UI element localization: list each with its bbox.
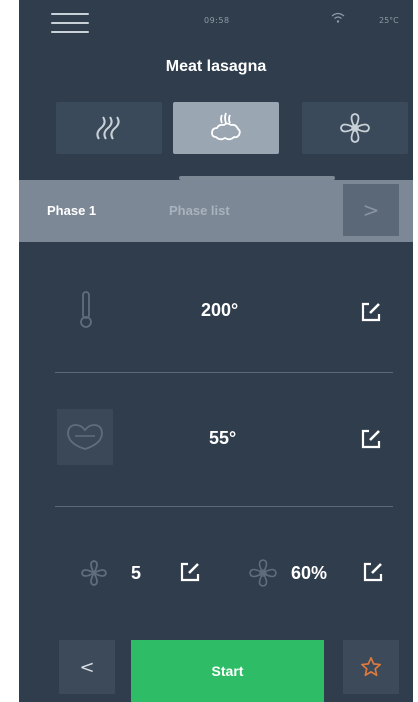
start-label: Start — [211, 663, 244, 679]
edit-fan-speed-icon[interactable] — [179, 561, 201, 583]
recipe-title: Meat lasagna — [165, 58, 267, 75]
mode-fan-button[interactable] — [302, 102, 408, 154]
edit-core-probe-icon[interactable] — [360, 428, 382, 450]
chevron-right-icon: > — [362, 198, 380, 222]
status-bar: 09:58 25°C — [19, 0, 413, 42]
phase-current-tab[interactable]: Phase 1 — [47, 203, 96, 218]
divider-1 — [55, 372, 393, 373]
back-button[interactable]: < — [59, 640, 115, 694]
divider-2 — [55, 506, 393, 507]
oven-screen: 09:58 25°C Meat lasagna Phase 1 Phase li… — [19, 0, 413, 702]
status-temperature: 25°C — [379, 16, 399, 25]
phase-list-tab[interactable]: Phase list — [169, 203, 230, 218]
bottom-bar: < Start — [19, 628, 413, 702]
fan-icon — [340, 113, 370, 143]
wifi-icon — [331, 12, 345, 23]
humidity-value: 60% — [291, 563, 328, 583]
phase-next-button[interactable]: > — [343, 184, 399, 236]
edit-humidity-icon[interactable] — [362, 561, 384, 583]
chevron-left-icon: < — [79, 656, 95, 678]
favorite-button[interactable] — [343, 640, 399, 694]
mode-steam-button[interactable] — [173, 102, 279, 154]
temperature-value: 200° — [201, 300, 239, 320]
core-probe-value: 55° — [209, 428, 237, 448]
start-button[interactable]: Start — [131, 640, 324, 702]
hamburger-menu-icon[interactable] — [51, 13, 89, 33]
convection-heat-icon — [96, 116, 120, 140]
core-probe-icon — [57, 409, 113, 465]
star-icon — [361, 657, 381, 677]
fan-speed-icon — [81, 560, 107, 586]
mode-convection-button[interactable] — [56, 102, 162, 154]
fan-speed-value: 5 — [131, 563, 142, 583]
edit-temperature-icon[interactable] — [360, 301, 382, 323]
status-time: 09:58 — [204, 16, 230, 25]
humidity-icon — [249, 559, 277, 587]
steam-icon — [211, 112, 241, 141]
thermometer-icon — [71, 288, 101, 332]
